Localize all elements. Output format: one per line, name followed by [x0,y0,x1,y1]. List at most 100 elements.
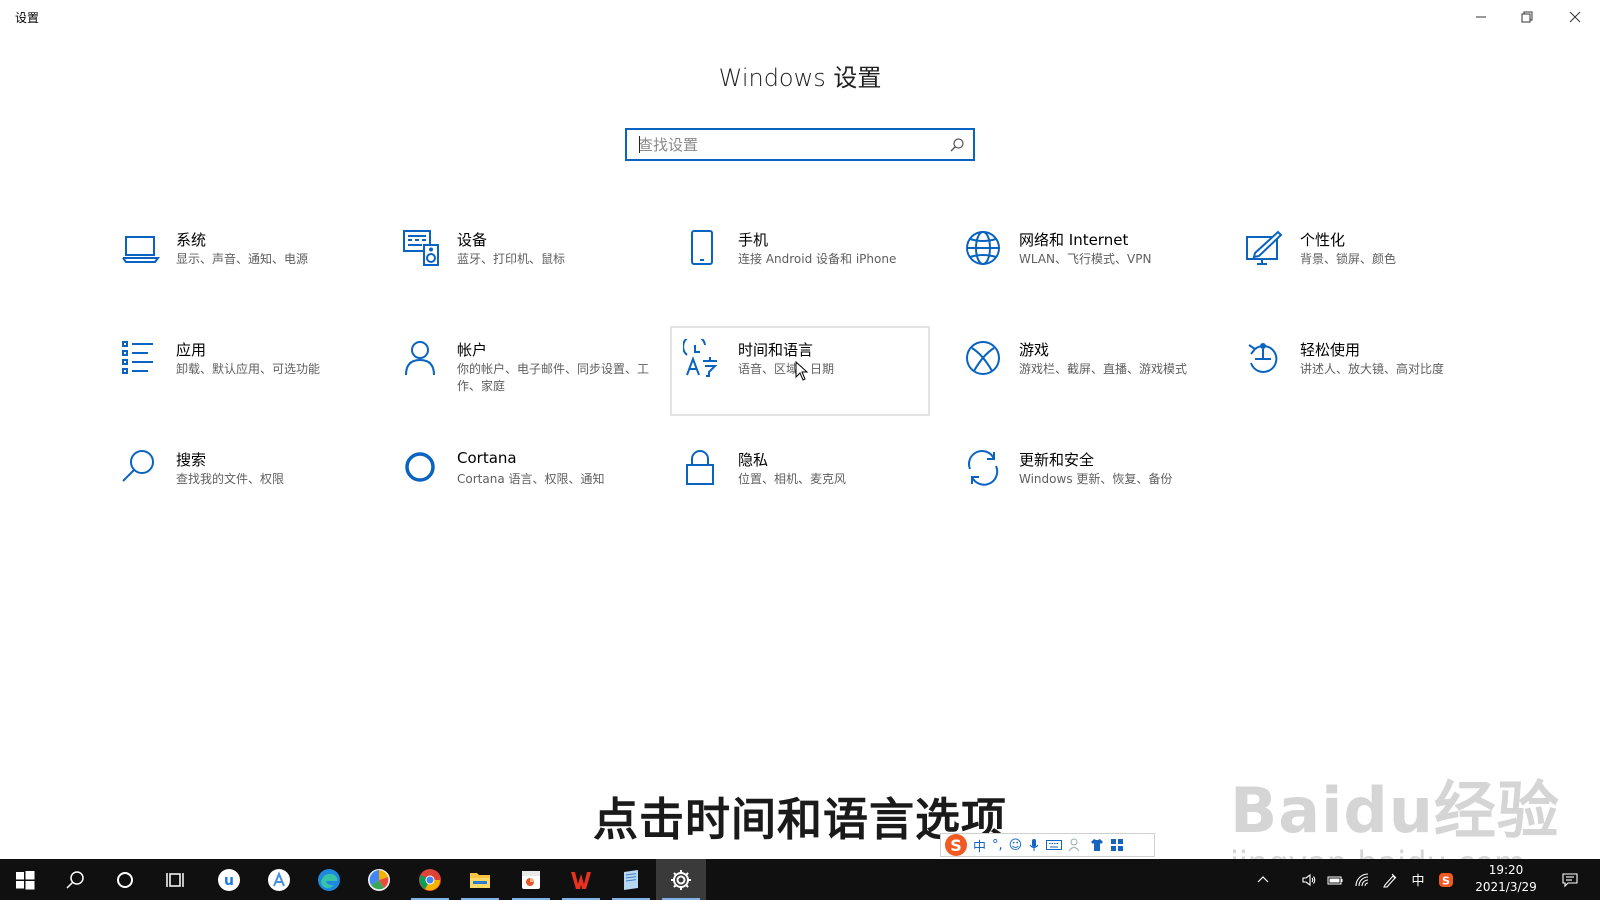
tile-devices[interactable]: 设备 蓝牙、打印机、鼠标 [402,229,662,319]
toolbox-grid-icon[interactable] [1110,838,1124,852]
restore-button[interactable] [1504,0,1550,34]
close-button[interactable] [1552,0,1598,34]
start-button[interactable] [0,859,50,900]
tile-desc: 卸载、默认应用、可选功能 [176,362,321,376]
tile-apps[interactable]: 应用 卸载、默认应用、可选功能 [121,339,381,429]
tile-desc: 语音、区域、日期 [738,362,835,376]
text-caret [639,136,640,153]
volume-button[interactable] [1297,859,1321,900]
ease-of-access-icon [1245,339,1285,379]
action-center-button[interactable] [1555,859,1585,900]
taskbar-app-a[interactable] [254,859,304,900]
tile-time-language[interactable]: 时间和语言 语音、区域、日期 [682,334,943,429]
sogou-tray-icon: S [1439,872,1453,887]
devices-icon [402,229,442,269]
sogou-logo-icon[interactable]: S [945,834,967,856]
skin-shirt-icon[interactable] [1090,838,1104,852]
show-hidden-icons-button[interactable] [1250,859,1276,900]
a-app-icon [268,868,290,891]
taskbar-notepad-app[interactable] [606,859,656,900]
restore-icon [1521,11,1533,23]
keyboard-icon[interactable] [1046,839,1063,851]
tile-privacy[interactable]: 隐私 位置、相机、麦克风 [683,449,943,539]
clock-time: 19:20 [1488,863,1524,877]
laptop-icon [121,229,161,269]
tile-desc: 你的帐户、电子邮件、同步设置、工作、家庭 [457,362,650,393]
cortana-circle-icon [117,871,133,888]
clock[interactable]: 19:20 2021/3/29 [1466,862,1546,896]
pen-workspace-button[interactable] [1378,859,1402,900]
taskbar-wps[interactable] [556,859,606,900]
svg-text:S: S [1442,874,1450,887]
person-icon [402,339,442,379]
taskbar-file-explorer[interactable] [455,859,505,900]
ime-language-toggle[interactable]: 中 [973,836,986,855]
ime-punctuation-toggle[interactable]: °, [992,838,1003,853]
task-view-icon [166,872,184,887]
taskbar: u 中 S 19:20 2021/3/29 [0,859,1600,900]
task-view-button[interactable] [150,859,200,900]
cortana-icon [402,449,442,489]
sogou-tray-button[interactable]: S [1434,859,1458,900]
personalization-icon [1245,229,1285,269]
user-tools-icon[interactable] [1068,838,1084,852]
search-icon [66,870,84,889]
sync-icon [964,449,1004,489]
notification-icon [1562,872,1578,887]
xbox-icon [964,339,1004,379]
app-title: 设置 [15,11,40,25]
tile-title: 网络和 Internet [1019,231,1129,249]
u-app-icon: u [218,868,240,891]
taskbar-edge[interactable] [304,859,354,900]
taskbar-chrome[interactable] [405,859,455,900]
tile-desc: 查找我的文件、权限 [176,472,285,486]
tile-update-security[interactable]: 更新和安全 Windows 更新、恢复、备份 [964,449,1224,539]
tile-cortana[interactable]: Cortana Cortana 语言、权限、通知 [402,449,662,539]
tile-title: 搜索 [176,451,207,469]
search-box[interactable] [625,128,975,161]
minimize-button[interactable] [1458,0,1504,34]
pen-icon [1383,873,1397,888]
tile-desc: 游戏栏、截屏、直播、游戏模式 [1019,362,1188,376]
gear-icon [671,869,691,890]
tile-desc: 讲述人、放大镜、高对比度 [1300,362,1445,376]
tile-network[interactable]: 网络和 Internet WLAN、飞行模式、VPN [964,229,1224,319]
tile-personalization[interactable]: 个性化 背景、锁屏、颜色 [1245,229,1505,319]
taskbar-office-app[interactable] [506,859,556,900]
tile-system[interactable]: 系统 显示、声音、通知、电源 [121,229,381,319]
emoji-icon[interactable]: ☺ [1009,838,1023,853]
battery-icon [1327,876,1343,884]
tile-title: 隐私 [738,451,769,469]
search-input[interactable] [627,130,927,159]
apps-list-icon [121,339,161,379]
input-language-indicator[interactable]: 中 [1406,859,1430,900]
close-icon [1569,11,1581,23]
taskbar-photos-app[interactable] [354,859,404,900]
tile-title: 系统 [176,231,207,249]
tile-title: 应用 [176,341,207,359]
tile-desc: 连接 Android 设备和 iPhone [738,252,897,266]
battery-button[interactable] [1323,859,1347,900]
tile-ease-of-access[interactable]: 轻松使用 讲述人、放大镜、高对比度 [1245,339,1505,429]
taskbar-search-button[interactable] [50,859,100,900]
time-language-icon [682,334,723,379]
tile-phone[interactable]: 手机 连接 Android 设备和 iPhone [683,229,943,319]
chevron-up-icon [1257,875,1269,882]
ime-toolbar[interactable]: S 中 °, ☺ [940,833,1155,857]
network-button[interactable] [1350,859,1374,900]
microphone-icon[interactable] [1028,838,1040,852]
tile-gaming[interactable]: 游戏 游戏栏、截屏、直播、游戏模式 [964,339,1224,429]
taskbar-settings[interactable] [656,859,706,900]
tile-accounts[interactable]: 帐户 你的帐户、电子邮件、同步设置、工作、家庭 [402,339,662,429]
svg-text:u: u [224,873,234,889]
tile-title: 设备 [457,231,488,249]
search-icon [121,449,161,489]
page-title: Windows 设置 [718,64,882,92]
tile-search[interactable]: 搜索 查找我的文件、权限 [121,449,381,539]
taskbar-app-u[interactable]: u [204,859,254,900]
cortana-button[interactable] [100,859,150,900]
tile-title: 个性化 [1300,231,1346,249]
wifi-icon [1355,872,1369,886]
tile-title: 游戏 [1019,341,1050,359]
minimize-icon [1476,16,1486,18]
